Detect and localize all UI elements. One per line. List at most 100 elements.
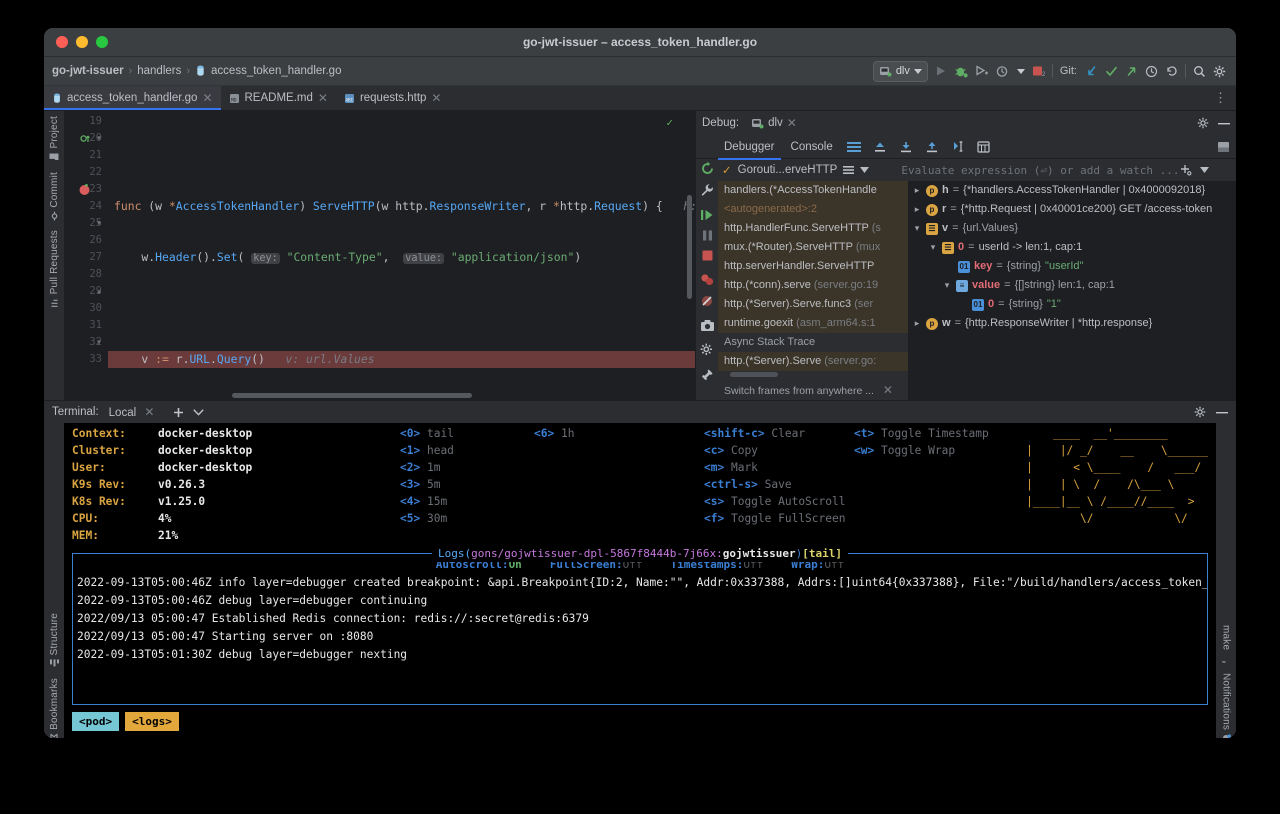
k9s-keybinding[interactable]: <w> [854, 444, 874, 457]
pause-icon[interactable] [701, 229, 714, 242]
variable-row-v[interactable]: ▾ ☰ v = {url.Values} [908, 219, 1236, 238]
terminal-tab-local[interactable]: Local ✕ [102, 402, 161, 426]
close-icon[interactable]: ✕ [883, 383, 893, 397]
frame-row[interactable]: http.HandlerFunc.ServeHTTP (s [718, 219, 908, 238]
evaluate-expression-icon[interactable] [977, 140, 990, 153]
resume-icon[interactable] [700, 208, 715, 222]
frame-row[interactable]: http.(*conn).serve (server.go:19 [718, 276, 908, 295]
editor-code-area[interactable]: func (w *AccessTokenHandler) ServeHTTP(w… [108, 111, 695, 400]
close-icon[interactable]: ✕ [431, 91, 441, 105]
mute-breakpoints-icon[interactable] [700, 294, 715, 308]
breadcrumb-project[interactable]: go-jwt-issuer [52, 65, 124, 77]
sidebar-item-notifications[interactable]: Notifications [1221, 668, 1232, 738]
view-breakpoints-icon[interactable] [700, 273, 715, 287]
variable-row-entry[interactable]: ▾ ☰ 0 = userId -> len:1, cap:1 [908, 238, 1236, 257]
k9s-keybinding[interactable]: <c> [704, 444, 724, 457]
code-editor[interactable]: 19 ▾ 20 21 22 23 24 ▾ 25 26 27 28 ▴ 29 30 [64, 111, 695, 400]
close-icon[interactable]: ✕ [787, 116, 797, 130]
editor-tab-access-token-handler[interactable]: access_token_handler.go ✕ [44, 86, 221, 110]
chevron-right-icon[interactable]: ▸ [912, 200, 922, 219]
k9s-keybinding[interactable]: <t> [854, 427, 874, 440]
gear-icon[interactable] [1194, 406, 1206, 418]
tab-console[interactable]: Console [789, 138, 835, 156]
k9s-keybinding[interactable]: <f> [704, 512, 724, 525]
add-watch-icon[interactable] [1180, 164, 1192, 176]
watch-expression-input[interactable]: Evaluate expression (⏎) or add a watch .… [875, 164, 1214, 177]
wrench-icon[interactable] [700, 183, 714, 197]
layout-icon[interactable] [846, 141, 861, 153]
editor-horizontal-scrollbar[interactable] [232, 393, 472, 398]
frame-row[interactable]: handlers.(*AccessTokenHandle [718, 181, 908, 200]
run-configuration-selector[interactable]: dlv [872, 60, 928, 82]
frames-scrollbar[interactable] [730, 372, 778, 377]
chevron-down-icon[interactable]: ▾ [928, 238, 938, 257]
sidebar-item-pull-requests[interactable]: Pull Requests [49, 225, 60, 312]
variable-row-r[interactable]: ▸ p r = {*http.Request | 0x40001ce200} G… [908, 200, 1236, 219]
sidebar-item-make[interactable]: make M [1221, 620, 1232, 668]
run-to-cursor-icon[interactable] [951, 140, 965, 153]
frame-row[interactable]: runtime.goexit (asm_arm64.s:1 [718, 314, 908, 333]
close-icon[interactable]: ✕ [202, 91, 212, 105]
run-icon[interactable] [935, 65, 947, 77]
chevron-down-icon[interactable]: ▾ [942, 276, 952, 295]
sidebar-item-bookmarks[interactable]: Bookmarks [49, 673, 60, 738]
tabs-overflow-icon[interactable]: ⋮ [1205, 86, 1236, 110]
minimize-window-button[interactable] [76, 36, 88, 48]
debug-session-tab[interactable]: dlv ✕ [745, 115, 803, 131]
k9s-terminal[interactable]: Context: docker-desktop <0> tail <6> 1h … [64, 423, 1216, 738]
crumb-pod[interactable]: <pod> [72, 711, 120, 731]
step-into-icon[interactable] [899, 141, 913, 153]
rollback-icon[interactable] [1165, 65, 1178, 78]
chevron-right-icon[interactable]: ▸ [912, 181, 922, 200]
k9s-keybinding[interactable]: <2> [400, 461, 420, 474]
git-commit-icon[interactable] [1105, 65, 1118, 78]
profiler-icon[interactable] [996, 65, 1010, 78]
variable-row-h[interactable]: ▸ p h = {*handlers.AccessTokenHandler | … [908, 181, 1236, 200]
stop-icon[interactable] [701, 249, 714, 262]
chevron-down-icon[interactable] [193, 408, 205, 416]
chevron-right-icon[interactable]: ▸ [912, 314, 922, 333]
minimize-icon[interactable] [1218, 122, 1230, 125]
editor-gutter[interactable]: 19 ▾ 20 21 22 23 24 ▾ 25 26 27 28 ▴ 29 30 [64, 111, 108, 400]
settings-icon[interactable] [700, 343, 714, 357]
frame-row[interactable]: http.(*Server).Serve.func3 (ser [718, 295, 908, 314]
minimize-icon[interactable] [1216, 406, 1228, 418]
chevron-down-icon[interactable] [1199, 164, 1209, 176]
k9s-keybinding[interactable]: <0> [400, 427, 420, 440]
variable-row-value[interactable]: ▾ ≡ value = {[]string} len:1, cap:1 [908, 276, 1236, 295]
fold-icon[interactable]: ▾ [96, 130, 102, 147]
editor-tab-readme[interactable]: MD README.md ✕ [221, 86, 336, 110]
frame-row[interactable]: mux.(*Router).ServeHTTP (mux [718, 238, 908, 257]
variable-row-element[interactable]: 01 0 = {string} "1" [908, 295, 1236, 314]
crumb-logs[interactable]: <logs> [125, 711, 179, 731]
window-controls[interactable] [44, 36, 108, 48]
step-out-icon[interactable] [873, 141, 887, 153]
sidebar-item-commit[interactable]: Commit [49, 167, 60, 226]
editor-vertical-scrollbar[interactable] [687, 195, 692, 299]
step-over-icon[interactable] [925, 141, 939, 153]
sidebar-item-project[interactable]: Project [49, 111, 60, 167]
k9s-keybinding[interactable]: <6> [534, 427, 554, 440]
k9s-keybinding[interactable]: <m> [704, 461, 724, 474]
close-window-button[interactable] [56, 36, 68, 48]
tab-debugger[interactable]: Debugger [718, 138, 781, 160]
chevron-down-icon[interactable] [860, 167, 870, 173]
git-push-icon[interactable] [1125, 65, 1138, 78]
variable-row-w[interactable]: ▸ p w = {http.ResponseWriter | *http.res… [908, 314, 1236, 333]
chevron-down-icon[interactable]: ▾ [912, 219, 922, 238]
add-terminal-icon[interactable] [172, 406, 185, 419]
git-update-icon[interactable] [1085, 65, 1098, 78]
thread-list-icon[interactable] [843, 165, 855, 176]
variable-row-key[interactable]: 01 key = {string} "userId" [908, 257, 1236, 276]
k9s-keybinding[interactable]: <1> [400, 444, 420, 457]
variables-tree[interactable]: ▸ p h = {*handlers.AccessTokenHandler | … [908, 181, 1236, 400]
k9s-keybinding[interactable]: <5> [400, 512, 420, 525]
frames-list[interactable]: handlers.(*AccessTokenHandle <autogenera… [718, 181, 908, 400]
breadcrumb-file[interactable]: access_token_handler.go [211, 65, 341, 77]
gear-icon[interactable] [1213, 65, 1226, 78]
k9s-keybinding[interactable]: <s> [704, 495, 724, 508]
pin-icon[interactable] [700, 368, 714, 382]
k9s-keybinding[interactable]: <4> [400, 495, 420, 508]
maximize-window-button[interactable] [96, 36, 108, 48]
debug-icon[interactable] [954, 65, 968, 78]
